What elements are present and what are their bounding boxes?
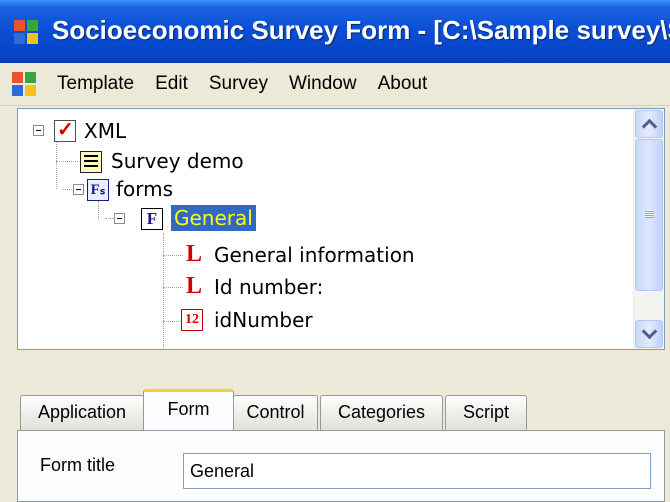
- collapse-general-toggle[interactable]: [114, 213, 125, 224]
- tree-guide-line: [98, 201, 99, 219]
- tree-guide-line: [163, 255, 183, 256]
- tree-node-xml[interactable]: XML: [84, 118, 126, 144]
- tree-vertical-scrollbar[interactable]: [633, 109, 664, 349]
- survey-tree-view[interactable]: XML Survey demo Fₛ forms F General L Gen…: [17, 108, 665, 350]
- scroll-up-button[interactable]: [635, 110, 663, 138]
- tree-guide-line: [163, 287, 183, 288]
- mdi-child-icon[interactable]: [12, 72, 36, 96]
- menu-template[interactable]: Template: [46, 73, 144, 95]
- menu-edit[interactable]: Edit: [144, 73, 198, 95]
- tree-node-id-number-label[interactable]: Id number:: [214, 274, 323, 300]
- tab-application[interactable]: Application: [20, 395, 144, 430]
- tab-script[interactable]: Script: [445, 395, 527, 430]
- tree-node-general[interactable]: General: [171, 205, 256, 231]
- tree-node-forms[interactable]: forms: [116, 176, 173, 202]
- tab-control[interactable]: Control: [233, 395, 318, 430]
- scroll-thumb[interactable]: [635, 139, 663, 291]
- xml-check-icon: [54, 120, 76, 142]
- label-icon: L: [185, 241, 202, 267]
- properties-tab-strip: Application Form Control Categories Scri…: [20, 389, 670, 430]
- form-title-input[interactable]: [183, 453, 651, 489]
- tree-guide-line: [56, 161, 78, 162]
- tree-guide-line: [163, 233, 164, 349]
- tree-node-survey-demo[interactable]: Survey demo: [111, 148, 244, 174]
- menu-survey[interactable]: Survey: [198, 73, 278, 95]
- tab-categories[interactable]: Categories: [320, 395, 443, 430]
- collapse-forms-toggle[interactable]: [73, 184, 84, 195]
- label-icon: L: [185, 273, 202, 299]
- menu-about[interactable]: About: [367, 73, 438, 95]
- title-bar[interactable]: Socioeconomic Survey Form - [C:\Sample s…: [0, 0, 670, 63]
- tree-node-general-information[interactable]: General information: [214, 242, 415, 268]
- forms-icon: Fₛ: [87, 179, 109, 201]
- survey-list-icon: [80, 151, 102, 173]
- collapse-xml-toggle[interactable]: [33, 125, 44, 136]
- tree-guide-line: [163, 321, 181, 322]
- scroll-down-button[interactable]: [635, 320, 663, 348]
- form-tab-panel: Form title: [17, 430, 665, 502]
- app-icon[interactable]: [14, 20, 38, 44]
- menu-bar: Template Edit Survey Window About: [0, 63, 670, 106]
- form-title-label: Form title: [40, 455, 116, 475]
- menu-window[interactable]: Window: [278, 73, 367, 95]
- numeric-field-icon: 12: [181, 309, 203, 331]
- tab-form[interactable]: Form: [143, 389, 234, 430]
- form-icon: F: [141, 208, 163, 230]
- window-title: Socioeconomic Survey Form - [C:\Sample s…: [52, 15, 670, 45]
- tree-node-idnumber[interactable]: idNumber: [214, 307, 313, 333]
